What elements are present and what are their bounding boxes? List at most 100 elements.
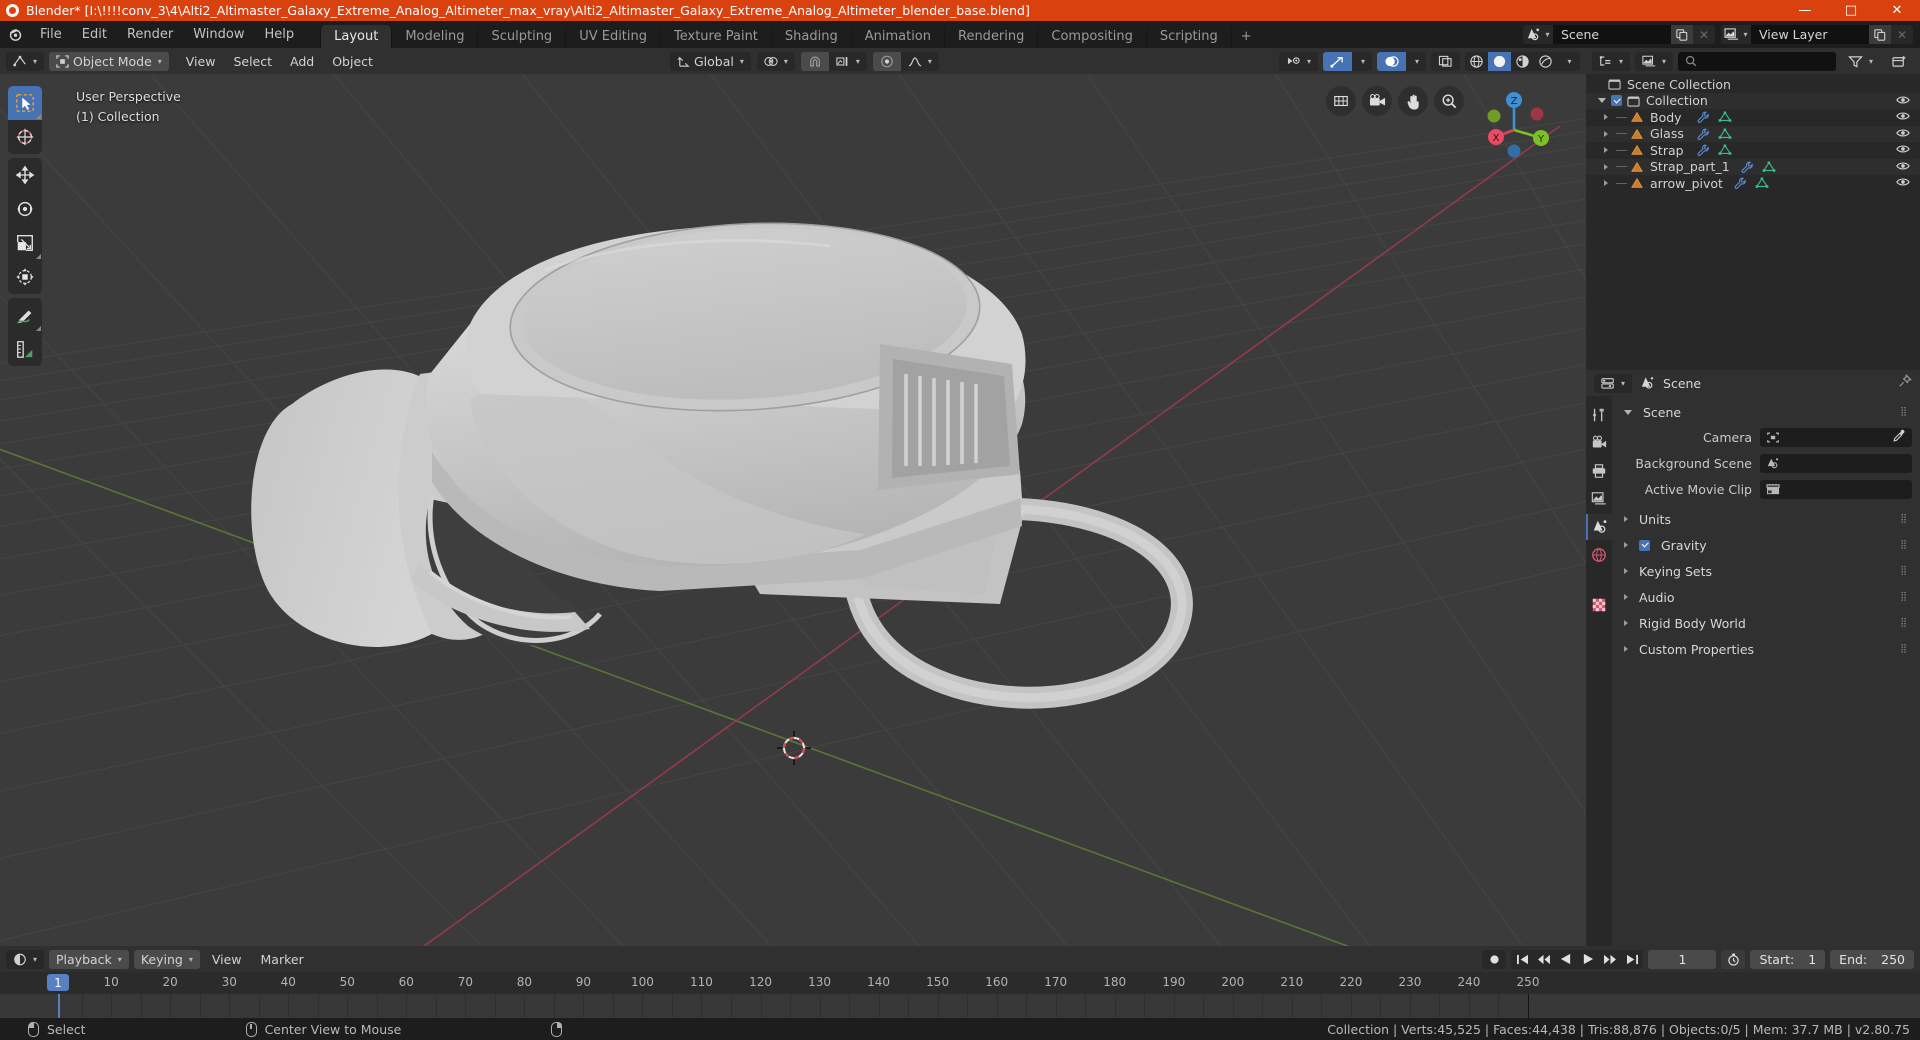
- tab-scripting[interactable]: Scripting: [1145, 25, 1231, 48]
- modifier-wrench-icon[interactable]: [1696, 128, 1710, 140]
- menu-window[interactable]: Window: [183, 25, 254, 45]
- filter-id-icon[interactable]: ▾: [1635, 51, 1674, 71]
- jump-end-icon[interactable]: [1621, 950, 1643, 969]
- overlays-icon[interactable]: [1376, 51, 1406, 71]
- chevron-right-icon[interactable]: [1624, 620, 1628, 626]
- editor-type-3dview-icon[interactable]: ▾: [6, 51, 45, 71]
- eye-icon[interactable]: [1896, 143, 1910, 158]
- viewport-menu-view[interactable]: View: [178, 52, 224, 71]
- tab-shading[interactable]: Shading: [770, 25, 851, 48]
- outliner-row-strap-part-1[interactable]: Strap_part_1: [1586, 158, 1920, 175]
- properties-editor-icon[interactable]: ▾: [1594, 373, 1633, 393]
- modifier-wrench-icon[interactable]: [1696, 144, 1710, 157]
- gizmo-options-dropdown[interactable]: ▾: [1351, 51, 1372, 71]
- camera-field[interactable]: [1760, 428, 1912, 447]
- panel-drag-dots[interactable]: ⣿: [1900, 645, 1916, 654]
- close-button[interactable]: ✕: [1874, 0, 1920, 21]
- play-icon[interactable]: [1577, 950, 1599, 969]
- scene-data-icon[interactable]: ▾: [1523, 25, 1553, 44]
- transform-orientation-selector[interactable]: Global ▾: [670, 51, 751, 71]
- timeline-ruler[interactable]: 10 20 30 40 50 60 70 80 90 100 110 120 130 140 150 160 1…: [0, 972, 1920, 994]
- pan-view-icon[interactable]: [1398, 86, 1428, 116]
- scene-tab[interactable]: [1586, 514, 1612, 540]
- zoom-region-icon[interactable]: [1326, 86, 1356, 116]
- cursor-tool[interactable]: [8, 120, 42, 154]
- jump-start-icon[interactable]: [1511, 950, 1533, 969]
- timeline-track[interactable]: [0, 994, 1920, 1018]
- panel-drag-dots[interactable]: ⣿: [1900, 541, 1916, 550]
- timeline-menu-keying[interactable]: Keying ▾: [133, 949, 200, 969]
- panel-header-custom-properties[interactable]: Custom Properties ⣿: [1616, 637, 1916, 661]
- tab-texture-paint[interactable]: Texture Paint: [660, 25, 771, 48]
- pivot-point-selector[interactable]: ▾: [756, 51, 795, 71]
- object-types-visibility-icon[interactable]: ▾: [1278, 51, 1318, 71]
- background-scene-field[interactable]: [1760, 454, 1912, 473]
- menu-help[interactable]: Help: [255, 25, 305, 45]
- mesh-data-icon[interactable]: [1755, 177, 1769, 189]
- viewport-menu-select[interactable]: Select: [225, 52, 280, 71]
- tool-variants-corner[interactable]: [36, 326, 41, 331]
- active-movie-clip-field[interactable]: [1760, 480, 1912, 499]
- eye-icon[interactable]: [1896, 94, 1910, 109]
- gravity-checkbox[interactable]: [1639, 539, 1650, 551]
- minimize-button[interactable]: —: [1782, 0, 1828, 21]
- texture-tab[interactable]: [1586, 592, 1612, 618]
- tool-variants-corner[interactable]: [36, 114, 41, 119]
- tab-uv-editing[interactable]: UV Editing: [565, 25, 660, 48]
- timeline-playhead-label[interactable]: 1: [47, 974, 69, 991]
- blender-menu-icon[interactable]: [0, 21, 30, 48]
- maximize-button[interactable]: □: [1828, 0, 1874, 21]
- timeline-menu-playback[interactable]: Playback ▾: [49, 949, 129, 969]
- rotate-tool[interactable]: [8, 192, 42, 226]
- gizmo-icon[interactable]: [1322, 51, 1352, 71]
- shading-material-preview-button[interactable]: [1511, 52, 1534, 71]
- auto-keying-icon[interactable]: [1482, 949, 1507, 969]
- mesh-data-icon[interactable]: [1718, 111, 1732, 123]
- chevron-right-icon[interactable]: [1624, 516, 1628, 522]
- panel-drag-dots[interactable]: ⣿: [1900, 619, 1916, 628]
- panel-header-keying-sets[interactable]: Keying Sets ⣿: [1616, 559, 1916, 583]
- menu-edit[interactable]: Edit: [72, 25, 117, 45]
- scene-selector[interactable]: ▾ Scene ✕: [1523, 25, 1715, 44]
- modifier-wrench-icon[interactable]: [1696, 111, 1710, 124]
- tab-rendering[interactable]: Rendering: [944, 25, 1037, 48]
- tab-animation[interactable]: Animation: [850, 25, 944, 48]
- panel-header-units[interactable]: Units ⣿: [1616, 507, 1916, 531]
- outliner-row-strap[interactable]: Strap: [1586, 142, 1920, 159]
- scale-tool[interactable]: [8, 226, 42, 260]
- smooth-falloff-icon[interactable]: ▾: [900, 51, 939, 71]
- tweak-select-box-tool[interactable]: [8, 86, 42, 120]
- timeline-menu-marker[interactable]: Marker: [254, 950, 311, 969]
- outliner-row-body[interactable]: Body: [1586, 109, 1920, 126]
- shading-wireframe-button[interactable]: [1465, 52, 1488, 71]
- panel-drag-dots[interactable]: ⣿: [1900, 408, 1916, 417]
- view-layer-tab[interactable]: [1586, 486, 1612, 512]
- eye-icon[interactable]: [1896, 127, 1910, 142]
- menu-file[interactable]: File: [30, 25, 72, 45]
- chevron-right-icon[interactable]: [1624, 594, 1628, 600]
- prev-keyframe-icon[interactable]: [1533, 950, 1555, 969]
- panel-header-gravity[interactable]: Gravity ⣿: [1616, 533, 1916, 557]
- chevron-right-icon[interactable]: [1604, 114, 1608, 121]
- modifier-wrench-icon[interactable]: [1733, 177, 1747, 190]
- mesh-data-icon[interactable]: [1718, 128, 1732, 140]
- use-preview-range-icon[interactable]: [1721, 949, 1746, 969]
- outliner-tree[interactable]: Scene Collection Collection Body Glass S…: [1586, 74, 1920, 370]
- view-layer-icon[interactable]: ▾: [1721, 25, 1751, 44]
- navigation-gizmo[interactable]: Z Y X: [1472, 88, 1556, 172]
- tab-compositing[interactable]: Compositing: [1037, 25, 1146, 48]
- mesh-data-icon[interactable]: [1718, 144, 1732, 156]
- remove-view-layer-icon[interactable]: ✕: [1891, 25, 1913, 44]
- add-workspace-button[interactable]: +: [1230, 25, 1261, 48]
- panel-header-scene[interactable]: Scene ⣿: [1616, 400, 1916, 424]
- panel-drag-dots[interactable]: ⣿: [1900, 567, 1916, 576]
- chevron-right-icon[interactable]: [1604, 130, 1608, 137]
- eye-icon[interactable]: [1896, 176, 1910, 191]
- panel-drag-dots[interactable]: ⣿: [1900, 593, 1916, 602]
- zoom-view-icon[interactable]: [1434, 86, 1464, 116]
- outliner-row-collection[interactable]: Collection: [1586, 92, 1920, 109]
- eye-icon[interactable]: [1896, 160, 1910, 175]
- chevron-right-icon[interactable]: [1604, 163, 1608, 170]
- proportional-edit-icon[interactable]: [872, 51, 901, 71]
- timeline-editor-icon[interactable]: ▾: [6, 949, 45, 969]
